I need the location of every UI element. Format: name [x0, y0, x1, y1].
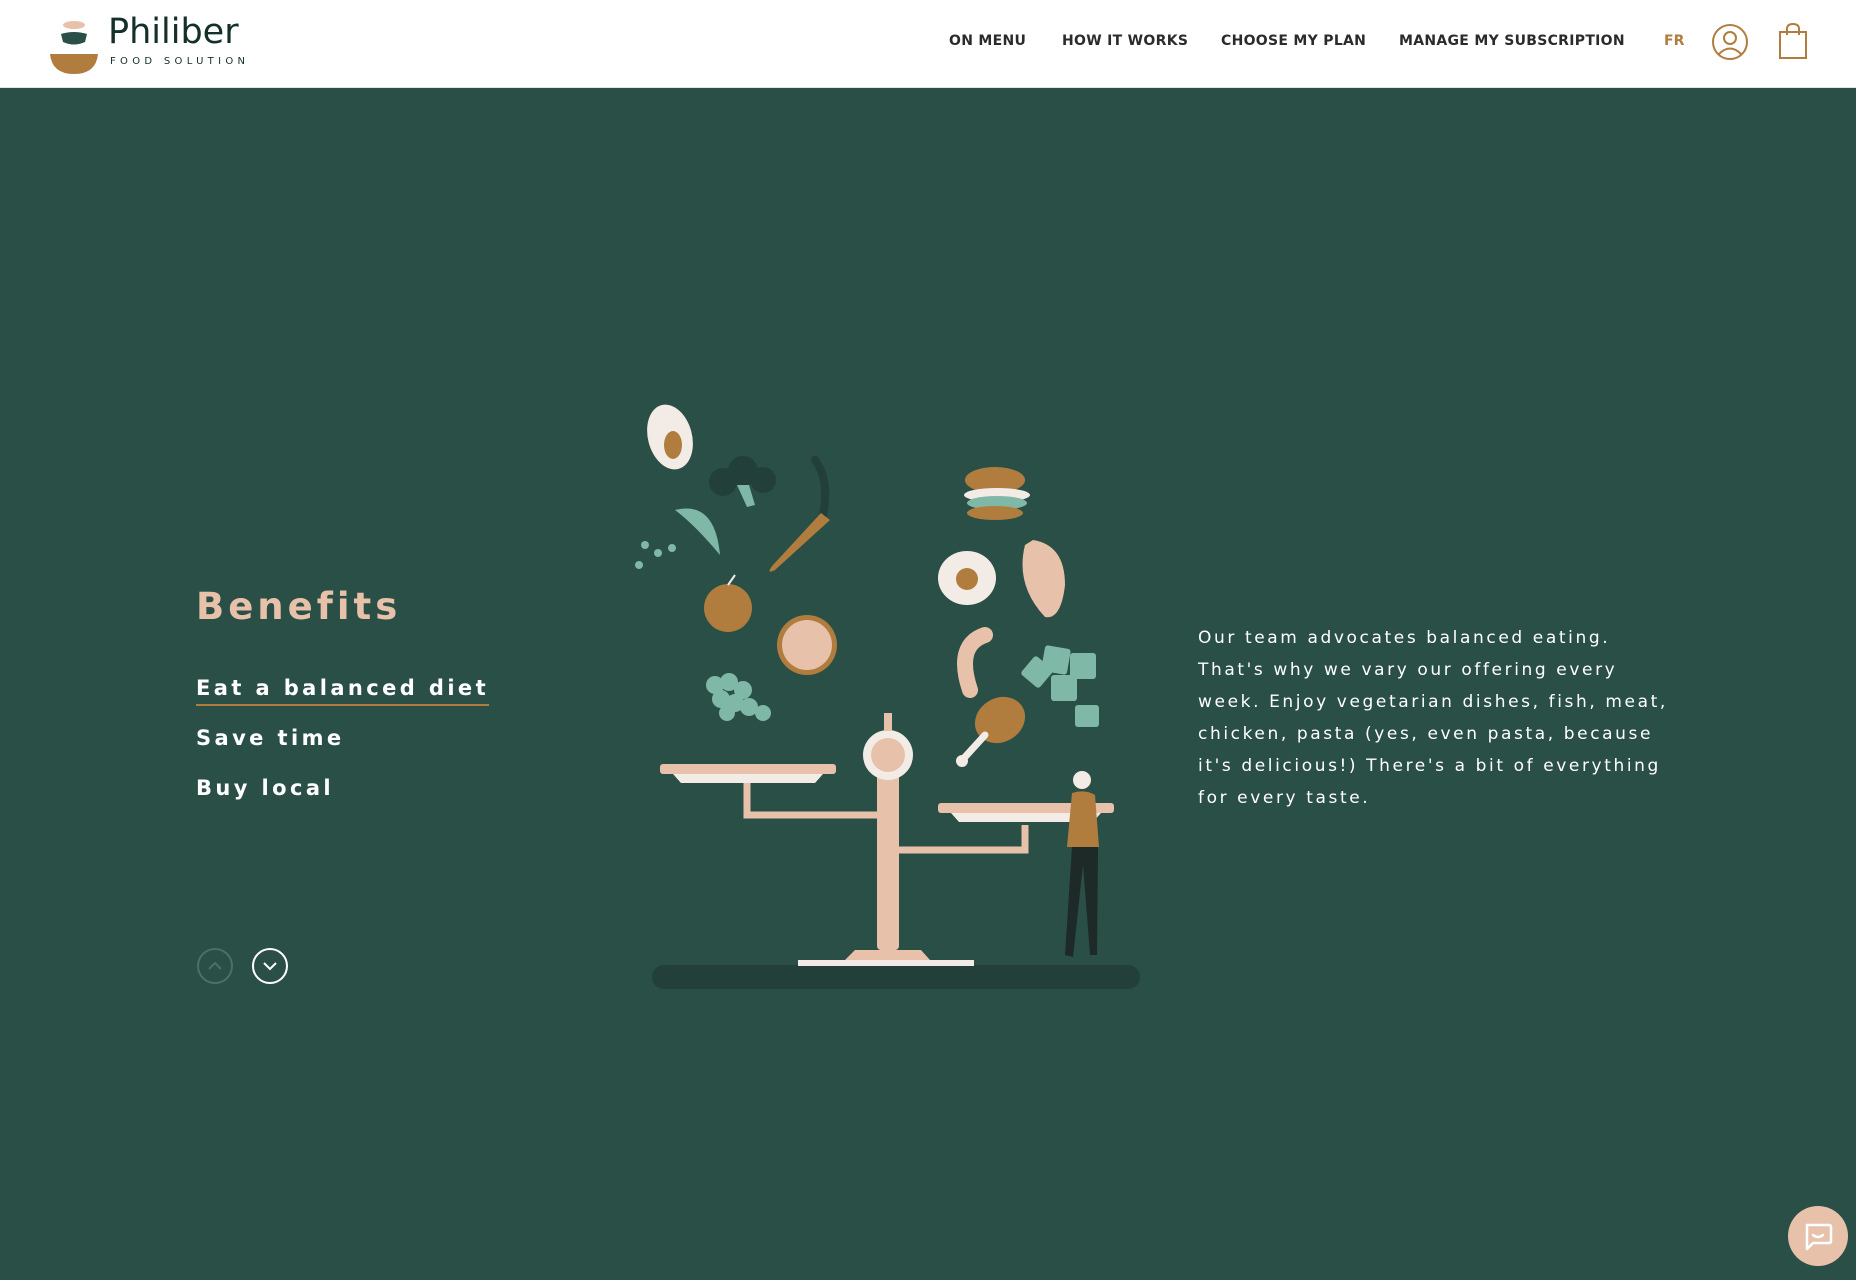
account-button[interactable] — [1711, 23, 1749, 61]
site-header: Philiber FOOD SOLUTION ON MENU HOW IT WO… — [0, 0, 1856, 88]
leaf-icon — [811, 456, 830, 519]
user-icon — [1712, 24, 1748, 60]
benefit-tab-balanced-diet[interactable]: Eat a balanced diet — [196, 676, 490, 706]
grapes-icon — [706, 673, 771, 721]
nav-on-menu[interactable]: ON MENU — [949, 33, 1026, 49]
brand-tagline: FOOD SOLUTION — [110, 56, 250, 67]
chat-bubble-icon — [1805, 1223, 1833, 1251]
next-benefit-button[interactable] — [252, 948, 288, 984]
bowl-logo-icon — [50, 21, 98, 74]
burger-icon — [964, 467, 1030, 520]
language-toggle[interactable]: FR — [1664, 33, 1684, 49]
carrot-icon — [769, 513, 830, 572]
brand-name: Philiber — [108, 12, 239, 52]
apple-icon — [704, 574, 752, 632]
grapefruit-icon — [777, 615, 837, 675]
benefits-title: Benefits — [196, 585, 402, 628]
chevron-down-icon — [263, 962, 277, 971]
nav-manage-subscription[interactable]: MANAGE MY SUBSCRIPTION — [1399, 33, 1625, 49]
scale-icon — [660, 713, 1114, 966]
chat-button[interactable] — [1788, 1206, 1848, 1266]
chevron-up-icon — [208, 961, 222, 970]
nav-choose-my-plan[interactable]: CHOOSE MY PLAN — [1221, 33, 1366, 49]
previous-benefit-button[interactable] — [197, 948, 233, 984]
sausage-icon — [957, 627, 993, 698]
drumstick-icon — [956, 696, 1026, 767]
nav-how-it-works[interactable]: HOW IT WORKS — [1062, 33, 1188, 49]
person-figure-icon — [1065, 771, 1099, 957]
cart-button[interactable] — [1778, 22, 1808, 60]
ravioli-icon — [1021, 645, 1099, 727]
pea-pod-icon — [635, 508, 720, 569]
salmon-steak-icon — [1022, 540, 1065, 618]
avocado-icon — [647, 404, 693, 470]
shopping-bag-icon — [1779, 22, 1807, 59]
brand-logo[interactable]: Philiber FOOD SOLUTION — [48, 12, 258, 74]
broccoli-icon — [709, 456, 776, 507]
benefit-tab-buy-local[interactable]: Buy local — [196, 776, 334, 800]
egg-icon — [938, 551, 996, 605]
benefit-description: Our team advocates balanced eating. That… — [1198, 628, 1668, 808]
balance-scale-illustration — [635, 404, 1140, 989]
benefit-tab-save-time[interactable]: Save time — [196, 726, 345, 750]
